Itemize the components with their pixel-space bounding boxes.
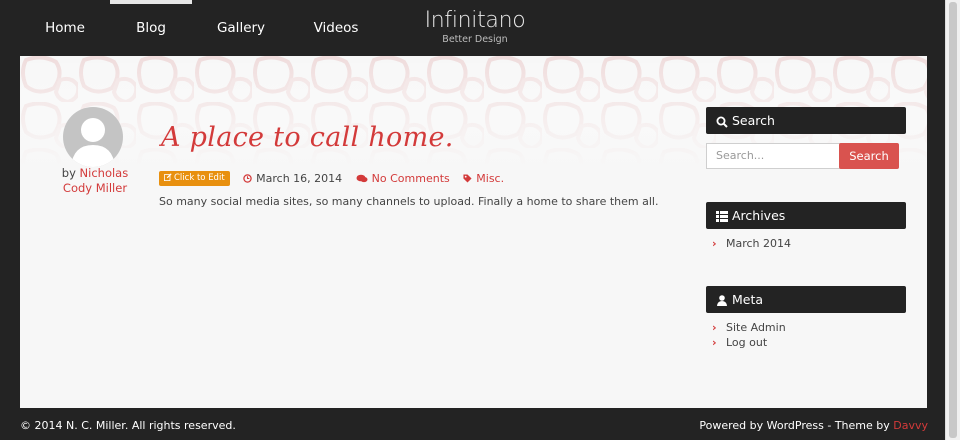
site-title[interactable]: Infinitano — [400, 8, 550, 34]
chevron-right-icon: › — [712, 321, 717, 334]
nav-home-label[interactable]: Home — [45, 20, 85, 36]
chevron-right-icon: › — [712, 336, 717, 349]
post-title[interactable]: A place to call home. — [161, 122, 454, 153]
main-content: by Nicholas Cody Miller A place to call … — [20, 56, 927, 408]
log-out-label[interactable]: Log out — [726, 336, 767, 349]
search-widget-label: Search — [732, 113, 775, 128]
site-footer: © 2014 N. C. Miller. All rights reserved… — [0, 408, 946, 440]
clock-icon — [243, 174, 252, 183]
nav-videos-label[interactable]: Videos — [314, 20, 359, 36]
search-widget-title: Search — [706, 107, 906, 134]
nav-gallery-label[interactable]: Gallery — [217, 20, 265, 36]
tag-icon — [463, 174, 472, 183]
meta-link-site-admin[interactable]: › Site Admin — [712, 321, 786, 334]
post-comments-text[interactable]: No Comments — [372, 172, 450, 185]
archives-widget-label: Archives — [732, 208, 786, 223]
theme-author-link[interactable]: Davvy — [893, 419, 928, 432]
user-icon — [717, 295, 727, 306]
footer-credits: Powered by WordPress - Theme by Davvy — [699, 419, 928, 432]
top-navigation: Home Blog Gallery Videos Infinitano Bett… — [0, 0, 946, 56]
author-link-first[interactable]: Nicholas — [80, 166, 129, 180]
author-avatar[interactable] — [63, 107, 123, 167]
archive-link-label[interactable]: March 2014 — [726, 237, 791, 250]
search-icon — [716, 116, 728, 128]
nav-item-blog[interactable]: Blog — [110, 0, 192, 56]
comments-icon — [356, 174, 368, 183]
grid-icon — [716, 211, 728, 222]
nav-blog-label[interactable]: Blog — [136, 20, 166, 36]
meta-link-log-out[interactable]: › Log out — [712, 336, 767, 349]
post-comments[interactable]: No Comments — [356, 172, 450, 185]
search-input[interactable]: Search... — [706, 143, 845, 169]
edit-icon — [164, 173, 172, 181]
post-meta: Click to Edit March 16, 2014 No Comments… — [159, 171, 504, 187]
search-button[interactable]: Search — [839, 143, 899, 169]
page-scrollbar[interactable] — [945, 0, 960, 440]
meta-widget-title: Meta — [706, 286, 906, 313]
nav-item-videos[interactable]: Videos — [306, 0, 366, 56]
author-link-last[interactable]: Cody Miller — [63, 181, 127, 195]
post-category-text[interactable]: Misc. — [476, 172, 504, 185]
archives-widget-title: Archives — [706, 202, 906, 229]
author-prefix: by — [61, 166, 76, 180]
edit-post-label[interactable]: Click to Edit — [174, 173, 225, 183]
nav-item-gallery[interactable]: Gallery — [210, 0, 272, 56]
post-date: March 16, 2014 — [243, 172, 342, 185]
post-category[interactable]: Misc. — [463, 172, 504, 185]
footer-copyright: © 2014 N. C. Miller. All rights reserved… — [20, 419, 236, 432]
scrollbar-thumb[interactable] — [949, 2, 957, 438]
user-placeholder-icon — [71, 118, 115, 167]
edit-post-button[interactable]: Click to Edit — [159, 171, 230, 186]
meta-widget-label: Meta — [732, 292, 764, 307]
site-brand[interactable]: Infinitano Better Design — [400, 8, 550, 45]
nav-item-home[interactable]: Home — [38, 0, 92, 56]
chevron-right-icon: › — [712, 237, 717, 250]
archive-link-march-2014[interactable]: › March 2014 — [712, 237, 791, 250]
footer-powered-text: Powered by WordPress - Theme by — [699, 419, 894, 432]
post-date-text: March 16, 2014 — [256, 172, 343, 185]
post-excerpt: So many social media sites, so many chan… — [159, 195, 659, 208]
site-admin-label[interactable]: Site Admin — [726, 321, 786, 334]
site-tagline: Better Design — [442, 34, 508, 45]
post-author: by Nicholas Cody Miller — [50, 166, 140, 196]
